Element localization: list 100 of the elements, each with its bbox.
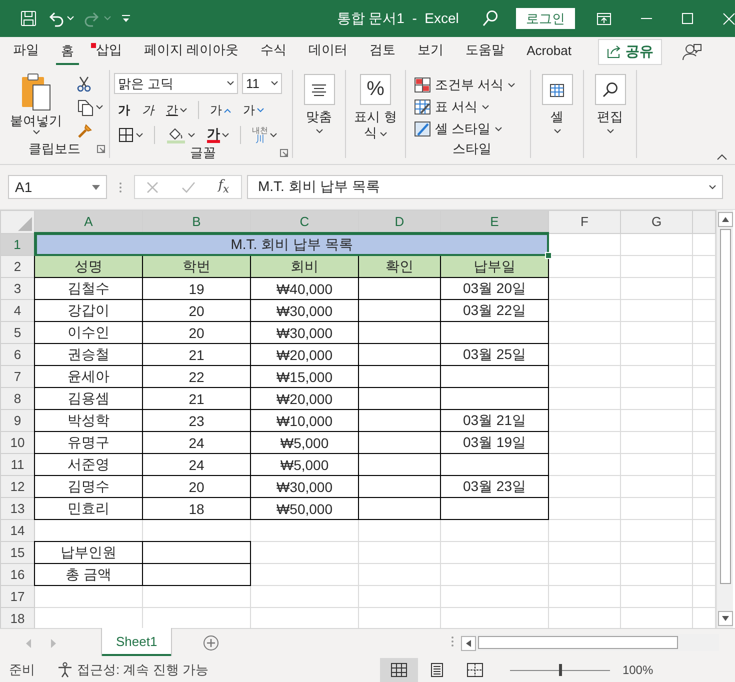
sheet-tab[interactable]: Sheet1 [102,628,172,656]
ribbon-tab[interactable]: 검토 [364,37,401,66]
ribbon-tab[interactable]: 페이지 레이아웃 [139,37,244,66]
row-header[interactable]: 16 [0,564,34,586]
shrink-font-button[interactable]: 가 [239,102,268,118]
table-cell: 21 [142,344,250,366]
row-header[interactable]: 12 [0,476,34,498]
comment-icon[interactable] [682,42,702,60]
dialog-launcher-icon[interactable] [97,145,105,153]
editing-button[interactable]: 편집 [584,72,636,158]
column-header[interactable]: D [358,210,440,233]
column-header[interactable]: G [620,210,692,233]
number-format-button[interactable]: % 표시 형식 [350,72,402,158]
ribbon-tab[interactable]: 파일 [8,37,44,66]
sign-in-button[interactable]: 로그인 [516,8,575,29]
font-size-field[interactable]: 11 [242,73,282,94]
row-header[interactable]: 18 [0,608,34,630]
grow-font-button[interactable]: 가 [206,102,235,118]
caret-up-icon [722,217,728,222]
drag-handle-icon[interactable] [119,182,122,192]
table-cell: ₩15,000 [250,366,358,388]
table-cell: 총 금액 [34,564,142,586]
view-button[interactable] [380,658,418,682]
share-button[interactable]: 공유 [598,38,662,64]
ribbon-display-icon[interactable] [597,12,611,24]
column-header[interactable]: F [548,210,620,233]
customize-icon[interactable] [121,14,131,23]
ribbon-tab[interactable]: 데이터 [304,37,353,66]
maximize-icon[interactable] [682,13,693,24]
undo-icon[interactable] [47,10,64,26]
cell-styles-button[interactable]: 셀 스타일 [414,120,515,138]
ribbon-tab[interactable]: Acrobat [522,38,576,64]
column-header[interactable]: C [250,210,358,233]
row-header[interactable]: 17 [0,586,34,608]
ribbon-tab[interactable]: 삽입 [91,37,127,66]
font-color-button[interactable]: 가 [203,127,233,143]
table-cell: 서준영 [34,454,142,476]
bold-button[interactable]: 가 [114,102,134,118]
table-cell: 납부인원 [34,542,142,564]
caret-icon [136,132,143,138]
caret-icon [104,16,111,21]
column-heading: 확인 [358,256,440,278]
row-header[interactable]: 1 [0,233,34,256]
row-header[interactable]: 9 [0,410,34,432]
underline-button[interactable]: 간 [162,102,191,118]
row-header[interactable]: 11 [0,454,34,476]
accessibility-status[interactable]: 접근성: 계속 진행 가능 [77,661,208,679]
row-header[interactable]: 15 [0,542,34,564]
scroll-down-button[interactable] [718,611,732,626]
caret-icon [270,132,277,138]
row-header[interactable]: 5 [0,322,34,344]
column-header[interactable]: B [142,210,250,233]
scrollbar-thumb[interactable] [720,229,730,584]
ribbon-tab[interactable]: 도움말 [460,37,510,66]
row-header[interactable]: 6 [0,344,34,366]
scroll-left-button[interactable] [461,636,476,651]
accessibility-icon[interactable] [57,662,73,678]
ribbon-tab[interactable]: 홈 [56,38,79,65]
conditional-formatting-button[interactable]: 조건부 서식 [414,76,515,94]
row-header[interactable]: 13 [0,498,34,520]
scroll-up-button[interactable] [718,212,732,227]
paste-button[interactable]: 붙여넣기 [6,72,66,140]
format-table-button[interactable]: 표 서식 [414,98,515,116]
row-header[interactable]: 14 [0,520,34,542]
dialog-launcher-icon[interactable] [280,149,288,157]
italic-button[interactable]: 가 [138,102,158,118]
scrollbar-thumb[interactable] [478,636,678,649]
save-icon[interactable] [20,10,37,27]
font-name-field[interactable]: 맑은 고딕 [114,73,238,94]
row-header[interactable]: 10 [0,432,34,454]
phonetic-guide-button[interactable]: 내천 川 [248,126,281,144]
row-header[interactable]: 3 [0,278,34,300]
row-header[interactable]: 4 [0,300,34,322]
row-header[interactable]: 2 [0,256,34,278]
copy-button[interactable] [76,98,104,117]
caret-icon [257,108,264,112]
ribbon-tab[interactable]: 수식 [256,37,292,66]
caret-icon [271,81,278,86]
spreadsheet-grid[interactable] [0,210,716,630]
ribbon-tab[interactable]: 보기 [412,37,449,66]
alignment-button[interactable]: 맞춤 [293,72,345,158]
add-sheet-icon[interactable] [203,635,220,651]
zoom-level[interactable]: 100% [622,663,654,677]
cells-button[interactable]: 셀 [531,72,583,158]
slider-thumb[interactable] [559,664,562,676]
column-header[interactable]: A [34,210,142,233]
fill-handle[interactable] [545,252,552,259]
search-icon[interactable] [482,10,498,27]
row-header[interactable]: 8 [0,388,34,410]
check-icon[interactable] [182,182,195,192]
close-icon[interactable] [723,12,735,24]
table-cell: 강갑이 [34,300,142,322]
drag-handle-icon[interactable] [451,636,454,647]
table-cell: ₩20,000 [250,388,358,410]
insert-function-button[interactable]: f$_{x}$ [218,178,230,196]
collapse-ribbon-icon[interactable] [717,154,727,160]
row-header[interactable]: 7 [0,366,34,388]
formula-field[interactable]: M.T. 회비 납부 목록 [247,175,723,199]
column-header[interactable]: E [440,210,548,233]
name-box[interactable]: A1 [8,175,107,199]
